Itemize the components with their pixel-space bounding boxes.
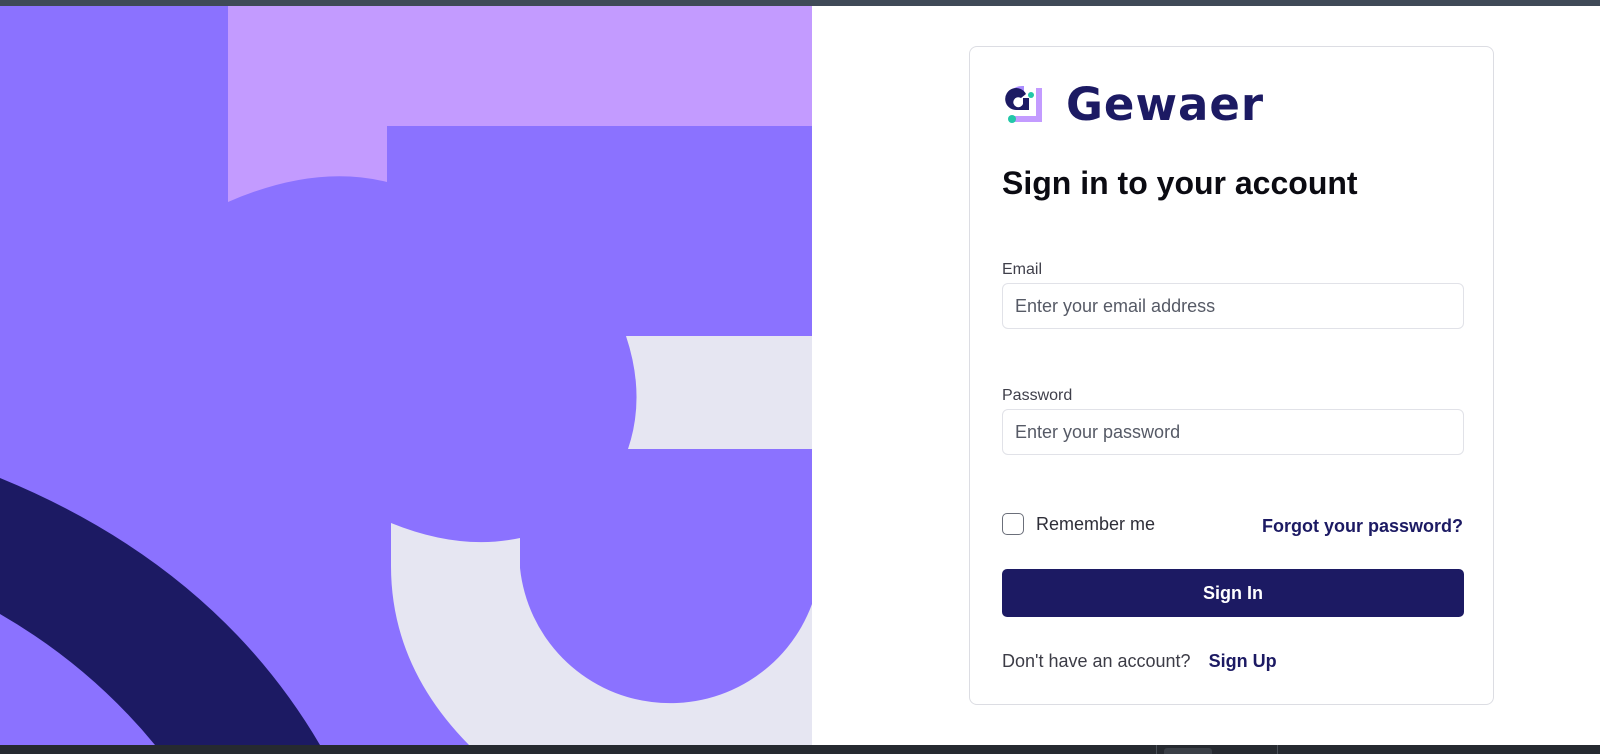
forgot-password-link[interactable]: Forgot your password? bbox=[1262, 516, 1463, 537]
page-title: Sign in to your account bbox=[1002, 165, 1358, 201]
remember-me-toggle[interactable]: Remember me bbox=[1002, 513, 1155, 535]
taskbar-divider bbox=[1156, 745, 1157, 754]
sign-up-link[interactable]: Sign Up bbox=[1209, 651, 1277, 671]
password-input[interactable] bbox=[1002, 409, 1464, 455]
decorative-artwork bbox=[0, 6, 812, 745]
remember-me-checkbox[interactable] bbox=[1002, 513, 1024, 535]
taskbar-tab[interactable] bbox=[1164, 748, 1212, 754]
password-label: Password bbox=[1002, 387, 1073, 404]
sign-in-button[interactable]: Sign In bbox=[1002, 569, 1464, 617]
brand-logo: Gewaer bbox=[1002, 78, 1264, 131]
brand-name: Gewaer bbox=[1066, 77, 1265, 131]
email-input[interactable] bbox=[1002, 283, 1464, 329]
gewaer-logo-mark-icon bbox=[1005, 86, 1042, 123]
taskbar-divider bbox=[1277, 745, 1278, 754]
signup-prompt: Don't have an account? bbox=[1002, 651, 1191, 671]
email-label: Email bbox=[1002, 261, 1043, 278]
signup-row: Don't have an account? Sign Up bbox=[1002, 651, 1277, 672]
taskbar-strip bbox=[0, 745, 1600, 754]
remember-me-label: Remember me bbox=[1036, 513, 1156, 534]
sign-in-card: Gewaer Sign in to your account Email Pas… bbox=[969, 46, 1494, 705]
